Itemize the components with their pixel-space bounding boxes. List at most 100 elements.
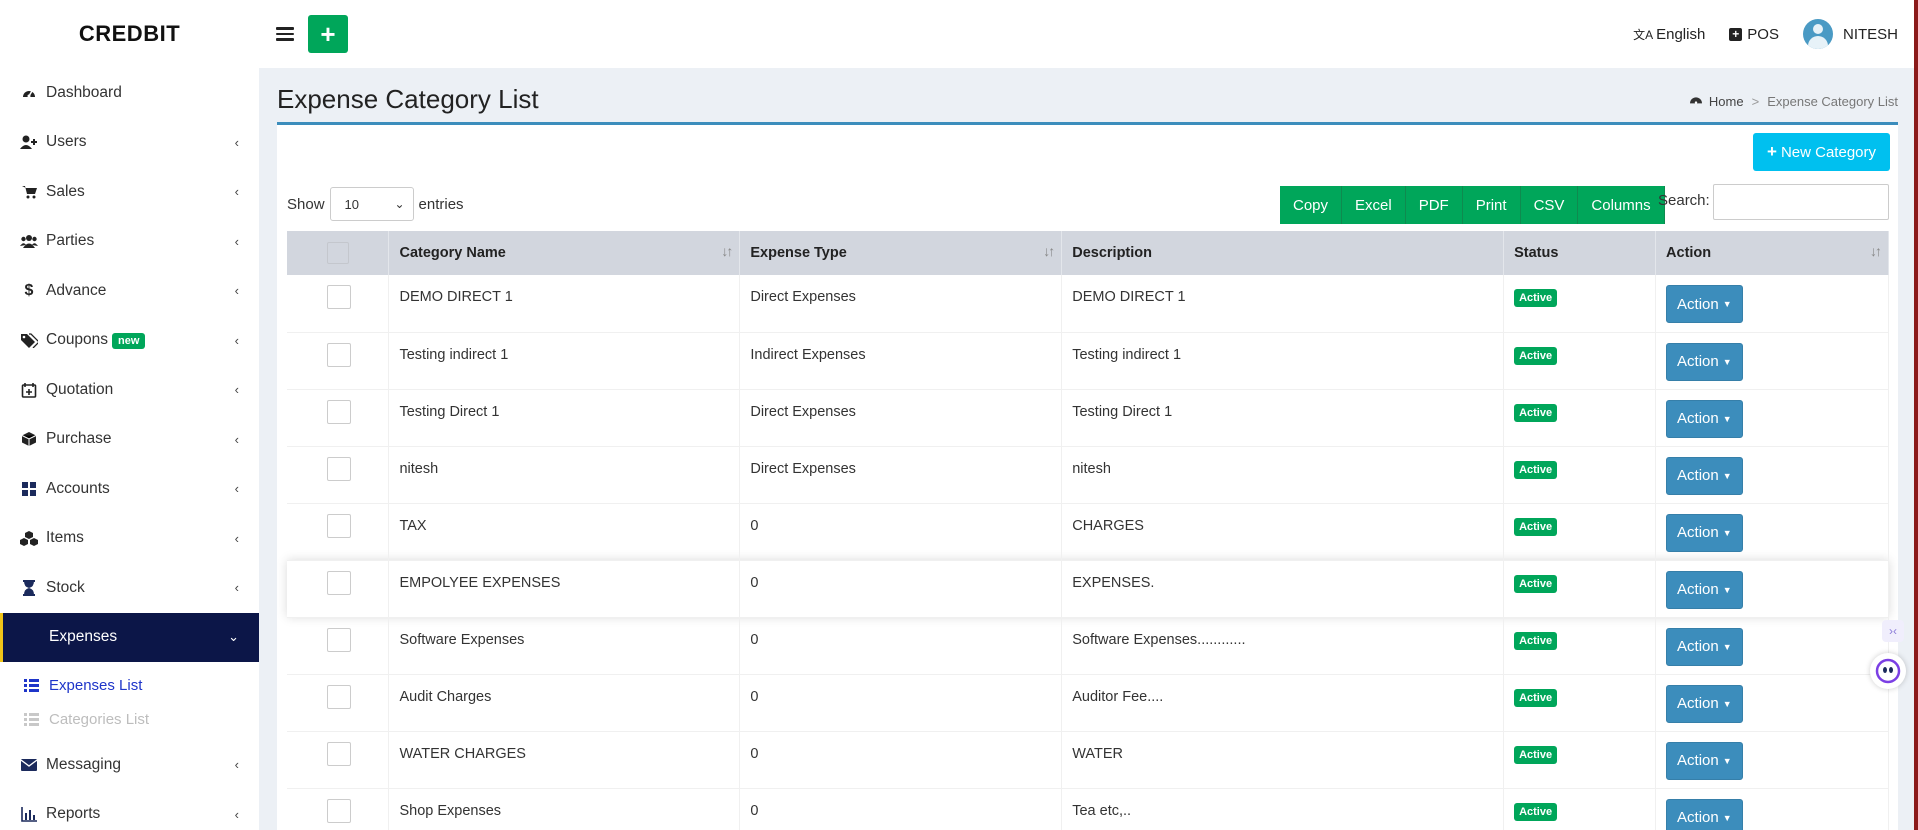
excel-button[interactable]: Excel: [1342, 186, 1406, 224]
sidebar-item-accounts[interactable]: Accounts ‹: [0, 464, 259, 514]
status-badge[interactable]: Active: [1514, 289, 1558, 307]
brand-logo[interactable]: CREDBIT: [0, 0, 259, 68]
csv-button[interactable]: CSV: [1520, 186, 1579, 224]
sort-icon: ↓↑: [1870, 243, 1882, 259]
action-dropdown-button[interactable]: Action ▼: [1666, 399, 1743, 438]
status-badge[interactable]: Active: [1514, 745, 1558, 764]
column-header-description[interactable]: Description: [1061, 231, 1505, 275]
sidebar-item-parties[interactable]: Parties ‹: [0, 217, 259, 267]
sidebar-item-expenses[interactable]: Expenses ⌄: [0, 612, 259, 662]
category-name-cell: Shop Expenses: [388, 788, 741, 830]
menu-toggle-icon[interactable]: [276, 27, 294, 41]
assistant-bot-icon[interactable]: [1870, 653, 1906, 689]
chevron-left-icon: ‹: [234, 806, 239, 822]
row-checkbox[interactable]: [327, 399, 351, 424]
chevron-left-icon: ‹: [234, 530, 239, 546]
sidebar-item-sales[interactable]: Sales ‹: [0, 167, 259, 217]
status-badge[interactable]: Active: [1514, 346, 1558, 365]
language-label: English: [1656, 25, 1706, 43]
chevron-left-icon: ‹: [234, 233, 239, 249]
description-cell: Testing indirect 1: [1061, 332, 1505, 389]
caret-down-icon: ▼: [1722, 584, 1732, 595]
sidebar-menu: Dashboard Users ‹ Sales ‹ Parties ‹ $ Ad…: [0, 68, 259, 830]
row-checkbox[interactable]: [327, 627, 351, 652]
action-dropdown-button[interactable]: Action ▼: [1666, 342, 1743, 381]
row-checkbox[interactable]: [327, 798, 351, 823]
description-cell: nitesh: [1061, 446, 1505, 503]
sidebar-subitem-categories-list[interactable]: Categories List: [0, 702, 259, 736]
table-row: Audit Charges 0 Auditor Fee.... Active A…: [287, 674, 1889, 731]
caret-down-icon: ▼: [1722, 470, 1732, 481]
new-badge: new: [112, 333, 146, 350]
sidebar-item-quotation[interactable]: Quotation ‹: [0, 365, 259, 415]
entries-select[interactable]: 10 ⌄: [329, 187, 414, 221]
status-badge[interactable]: Active: [1514, 688, 1558, 707]
scrollbar-edge: [1914, 0, 1918, 830]
caret-down-icon: ▼: [1722, 299, 1732, 309]
sidebar-subitem-expenses-list[interactable]: Expenses List: [0, 668, 259, 702]
caret-down-icon: ▼: [1722, 641, 1732, 652]
status-badge[interactable]: Active: [1514, 574, 1558, 593]
action-dropdown-button[interactable]: Action ▼: [1666, 684, 1743, 723]
user-menu[interactable]: NITESH: [1802, 19, 1898, 49]
copy-button[interactable]: Copy: [1280, 186, 1343, 224]
list-icon: [24, 712, 40, 726]
row-checkbox[interactable]: [327, 456, 351, 481]
expense-type-cell: Direct Expenses: [739, 275, 1063, 332]
category-name-cell: WATER CHARGES: [388, 731, 741, 788]
status-badge[interactable]: Active: [1514, 631, 1558, 650]
column-header-category-name[interactable]: Category Name ↓↑: [388, 231, 741, 275]
column-header-status[interactable]: Status: [1503, 231, 1657, 275]
status-badge[interactable]: Active: [1514, 517, 1558, 536]
columns-button[interactable]: Columns: [1578, 186, 1665, 224]
sidebar-item-advance[interactable]: $ Advance ‹: [0, 266, 259, 316]
sidebar-item-reports[interactable]: Reports ‹: [0, 790, 259, 830]
sidebar-item-messaging[interactable]: Messaging ‹: [0, 740, 259, 790]
row-checkbox[interactable]: [327, 285, 351, 309]
new-category-button[interactable]: + New Category: [1753, 133, 1890, 171]
sidebar-item-coupons[interactable]: Coupons new ‹: [0, 316, 259, 366]
column-header-expense-type[interactable]: Expense Type ↓↑: [739, 231, 1063, 275]
sidebar-item-purchase[interactable]: Purchase ‹: [0, 415, 259, 465]
language-icon: 文A: [1633, 27, 1654, 42]
row-checkbox[interactable]: [327, 684, 351, 709]
breadcrumb-home[interactable]: Home: [1709, 94, 1744, 109]
row-checkbox[interactable]: [327, 342, 351, 367]
action-dropdown-button[interactable]: Action ▼: [1666, 513, 1743, 552]
table-row: WATER CHARGES 0 WATER Active Action ▼: [287, 731, 1889, 788]
breadcrumb-current: Expense Category List: [1767, 94, 1898, 109]
action-dropdown-button[interactable]: Action ▼: [1666, 627, 1743, 666]
quick-add-button[interactable]: +: [308, 15, 348, 53]
table-row: Testing Direct 1 Direct Expenses Testing…: [287, 389, 1889, 446]
action-dropdown-button[interactable]: Action ▼: [1666, 570, 1743, 609]
sidebar-item-dashboard[interactable]: Dashboard: [0, 68, 259, 118]
plus-icon: +: [1767, 142, 1777, 161]
sidebar-item-items[interactable]: Items ‹: [0, 514, 259, 564]
row-checkbox[interactable]: [327, 741, 351, 766]
pdf-button[interactable]: PDF: [1405, 186, 1463, 224]
language-selector[interactable]: 文A English: [1633, 26, 1705, 43]
status-badge[interactable]: Active: [1514, 460, 1558, 479]
action-dropdown-button[interactable]: Action ▼: [1666, 798, 1743, 830]
sidebar-item-stock[interactable]: Stock ‹: [0, 563, 259, 613]
sidebar-item-label: Purchase: [46, 430, 112, 448]
table-row: DEMO DIRECT 1 Direct Expenses DEMO DIREC…: [287, 275, 1889, 332]
action-label: Action: [1677, 809, 1719, 826]
sidebar-item-users[interactable]: Users ‹: [0, 118, 259, 168]
status-badge[interactable]: Active: [1514, 802, 1558, 821]
sidebar-item-label: Reports: [46, 805, 101, 823]
status-badge[interactable]: Active: [1514, 403, 1558, 422]
print-button[interactable]: Print: [1462, 186, 1521, 224]
pos-link[interactable]: + POS: [1729, 26, 1779, 43]
action-dropdown-button[interactable]: Action ▼: [1666, 285, 1743, 323]
row-checkbox[interactable]: [327, 513, 351, 538]
select-all-checkbox[interactable]: [327, 242, 349, 264]
action-label: Action: [1677, 410, 1719, 427]
collapse-icon[interactable]: ›‹: [1882, 620, 1904, 642]
action-dropdown-button[interactable]: Action ▼: [1666, 456, 1743, 495]
row-checkbox[interactable]: [327, 570, 351, 595]
search-input[interactable]: [1713, 184, 1889, 220]
action-dropdown-button[interactable]: Action ▼: [1666, 741, 1743, 780]
column-header-action[interactable]: Action ↓↑: [1655, 231, 1889, 275]
column-header-label: Action: [1666, 245, 1712, 261]
